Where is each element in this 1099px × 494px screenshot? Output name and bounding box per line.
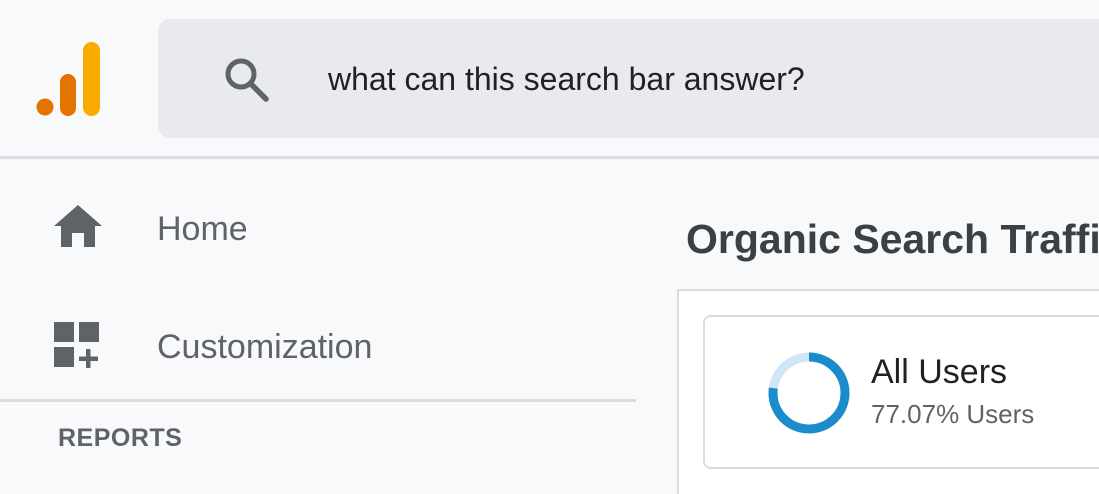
segment-name: All Users: [871, 353, 1008, 391]
segment-donut-icon: [768, 352, 850, 434]
sidebar-divider: [0, 399, 636, 402]
sidebar-item-label: Customization: [157, 328, 373, 366]
search-bar[interactable]: [158, 19, 1099, 138]
sidebar: Home Customization REPORTS: [0, 159, 636, 492]
customization-icon: [54, 322, 99, 368]
search-icon[interactable]: [222, 55, 270, 103]
segment-card[interactable]: All Users 77.07% Users: [703, 315, 1099, 469]
search-input[interactable]: [328, 56, 1068, 102]
top-bar: [0, 0, 1099, 159]
home-icon: [54, 205, 102, 247]
page-title: Organic Search Traffic: [686, 216, 1099, 262]
segment-percentage: 77.07% Users: [871, 399, 1035, 429]
section-label-reports: REPORTS: [58, 424, 183, 452]
analytics-logo-icon[interactable]: [36, 42, 100, 116]
sidebar-item-home[interactable]: Home: [0, 165, 636, 283]
sidebar-item-customization[interactable]: Customization: [0, 283, 636, 401]
sidebar-item-label: Home: [157, 210, 248, 248]
